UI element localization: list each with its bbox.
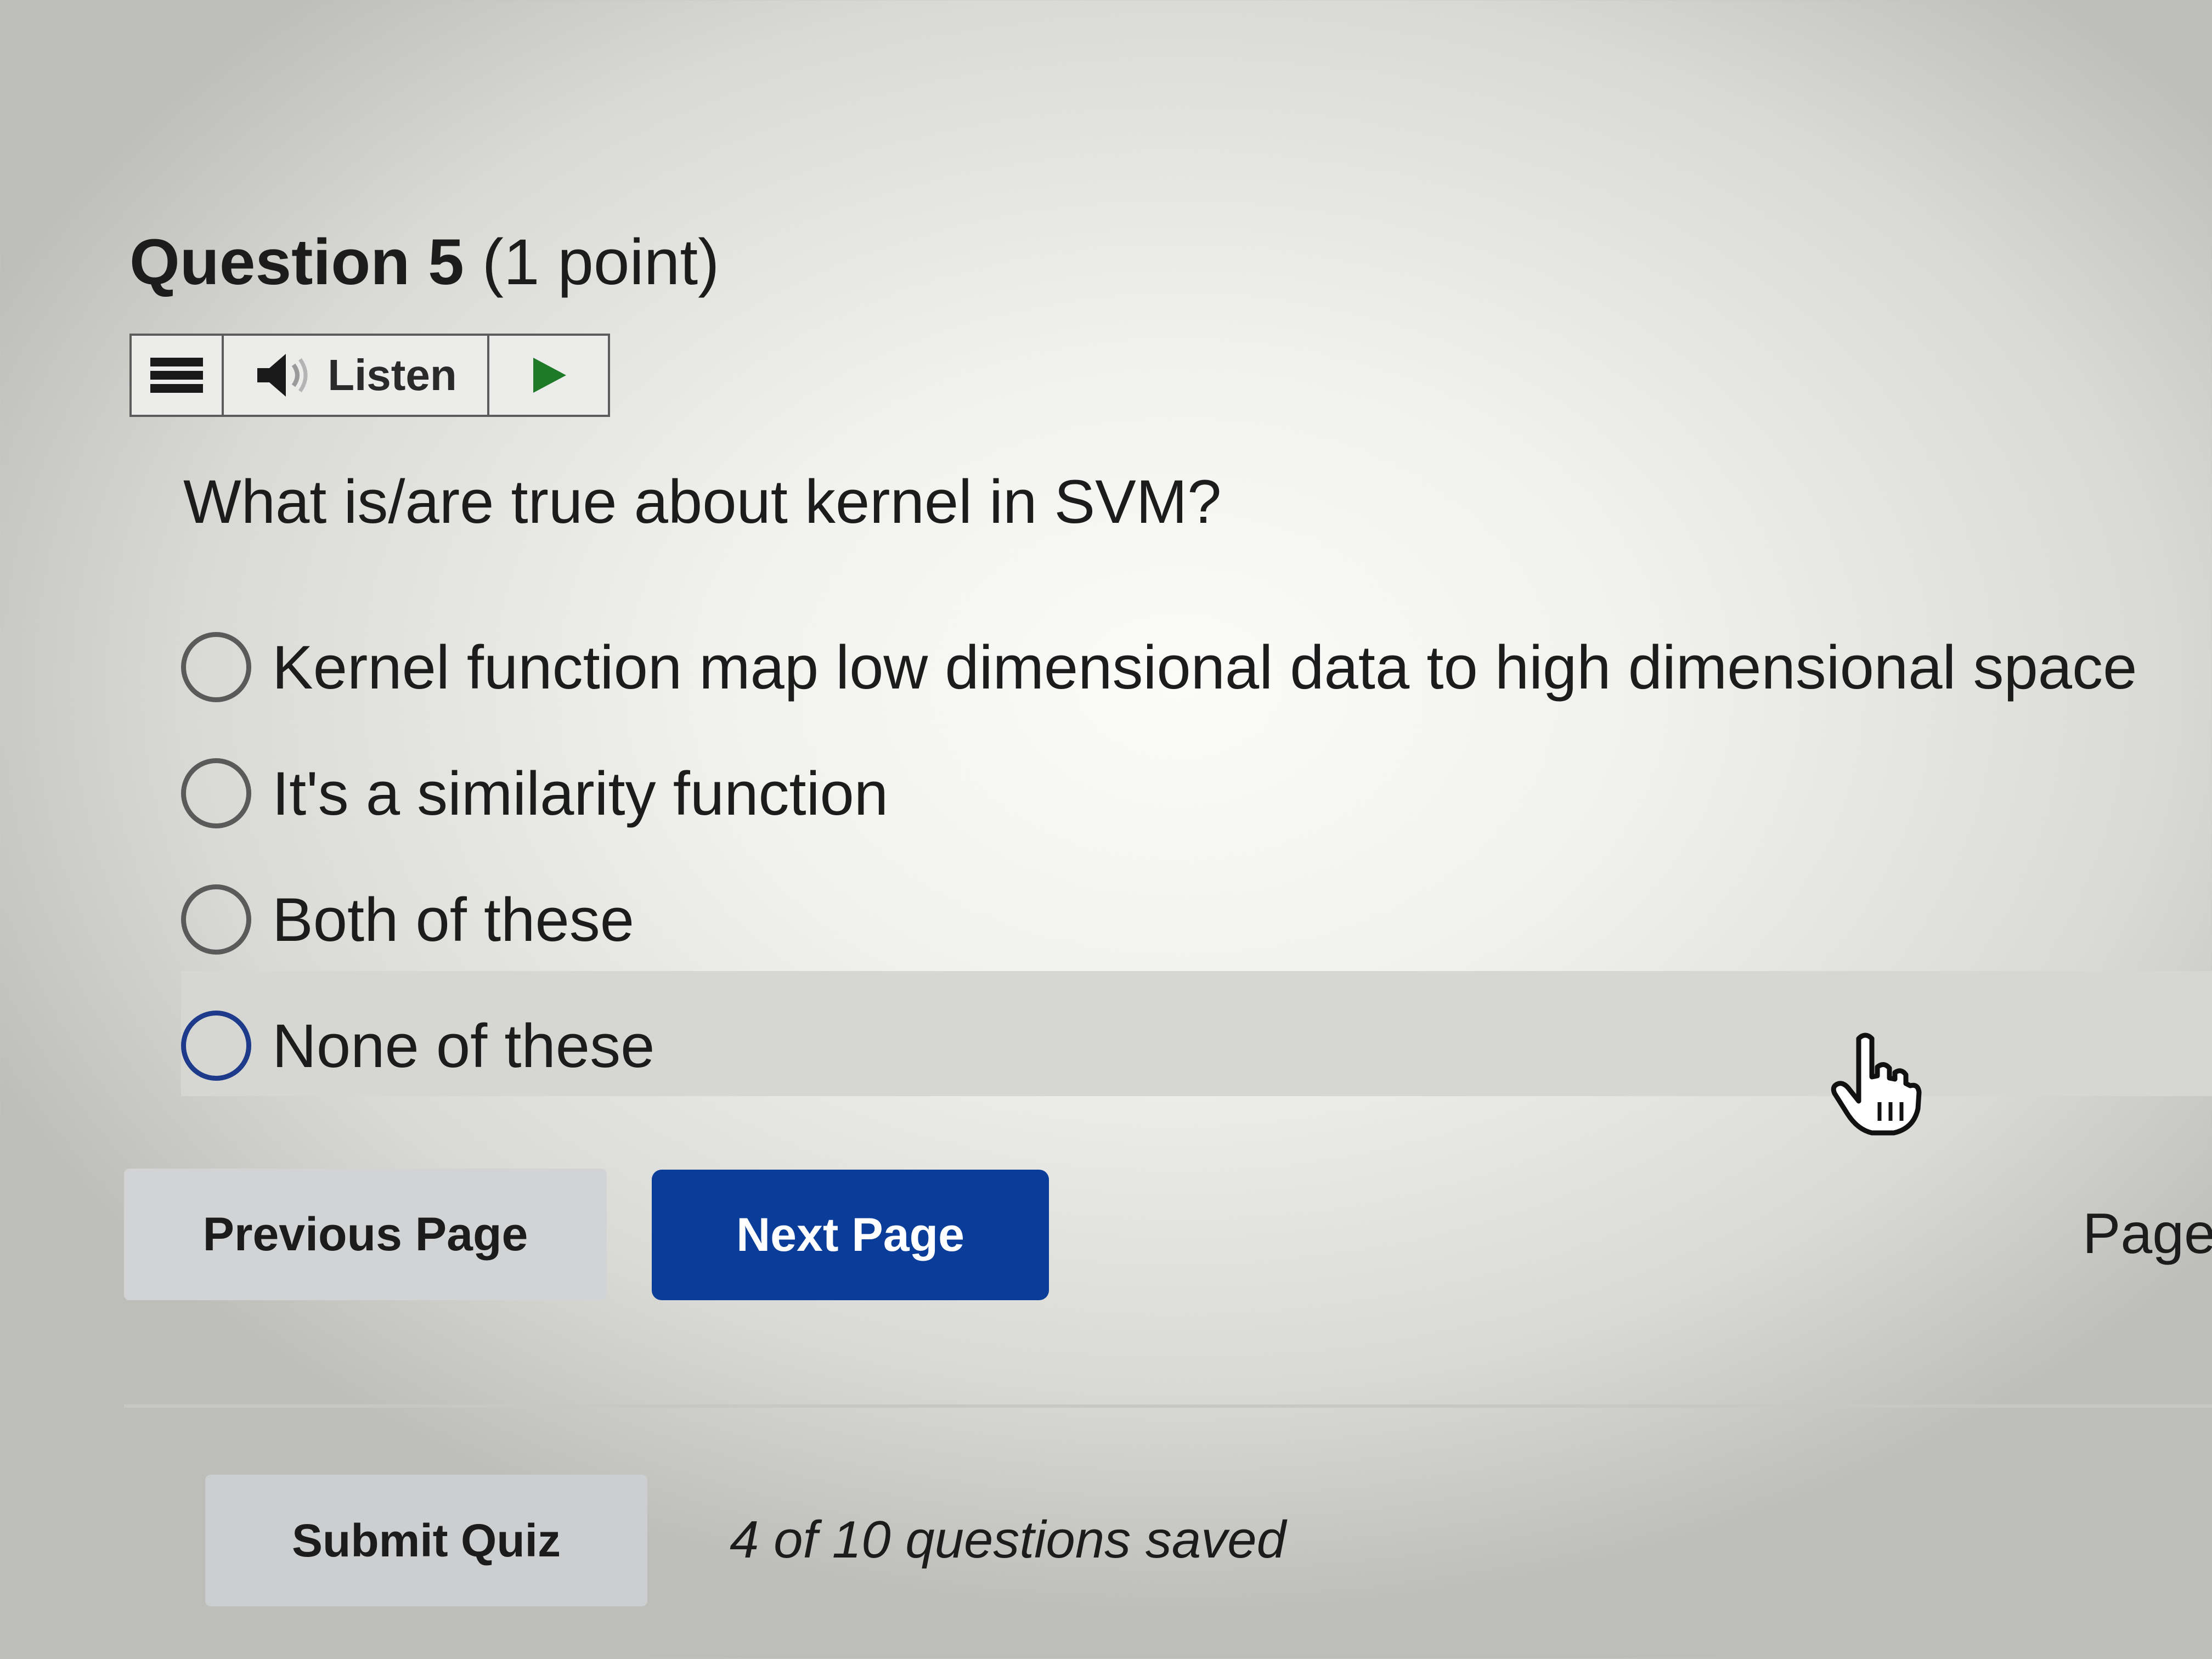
hamburger-menu-icon xyxy=(150,353,203,397)
radio-button[interactable] xyxy=(181,1011,251,1081)
footer-divider xyxy=(124,1404,2212,1408)
answer-option-label: Kernel function map low dimensional data… xyxy=(272,633,2137,702)
answer-option[interactable]: Both of these xyxy=(181,865,634,974)
page-indicator: Page xyxy=(2083,1202,2212,1266)
answer-option-label: None of these xyxy=(272,1011,655,1080)
toolbar-menu-button[interactable] xyxy=(132,336,224,415)
question-points: (1 point) xyxy=(482,226,720,298)
answer-option[interactable]: It's a similarity function xyxy=(181,738,888,848)
next-page-button[interactable]: Next Page xyxy=(652,1170,1049,1300)
question-number: Question 5 xyxy=(129,226,464,298)
hand-cursor-icon xyxy=(1831,1032,1922,1136)
speaker-icon xyxy=(257,354,308,397)
save-status: 4 of 10 questions saved xyxy=(730,1510,1286,1569)
radio-button[interactable] xyxy=(181,884,251,955)
answer-option-label: Both of these xyxy=(272,885,635,954)
play-icon xyxy=(533,358,566,393)
previous-page-button[interactable]: Previous Page xyxy=(124,1169,607,1300)
radio-button[interactable] xyxy=(181,758,251,828)
play-button[interactable] xyxy=(489,336,608,415)
question-heading: Question 5 (1 point) xyxy=(129,225,719,300)
listen-label: Listen xyxy=(328,351,457,399)
listen-toolbar: Listen xyxy=(129,334,610,417)
answer-option[interactable]: Kernel function map low dimensional data… xyxy=(181,612,2137,722)
answer-option-label: It's a similarity function xyxy=(272,759,889,828)
answer-option[interactable]: None of these xyxy=(181,991,654,1101)
listen-button[interactable]: Listen xyxy=(224,336,489,415)
submit-quiz-button[interactable]: Submit Quiz xyxy=(205,1475,647,1606)
radio-button[interactable] xyxy=(181,632,251,702)
question-prompt: What is/are true about kernel in SVM? xyxy=(183,467,1222,536)
